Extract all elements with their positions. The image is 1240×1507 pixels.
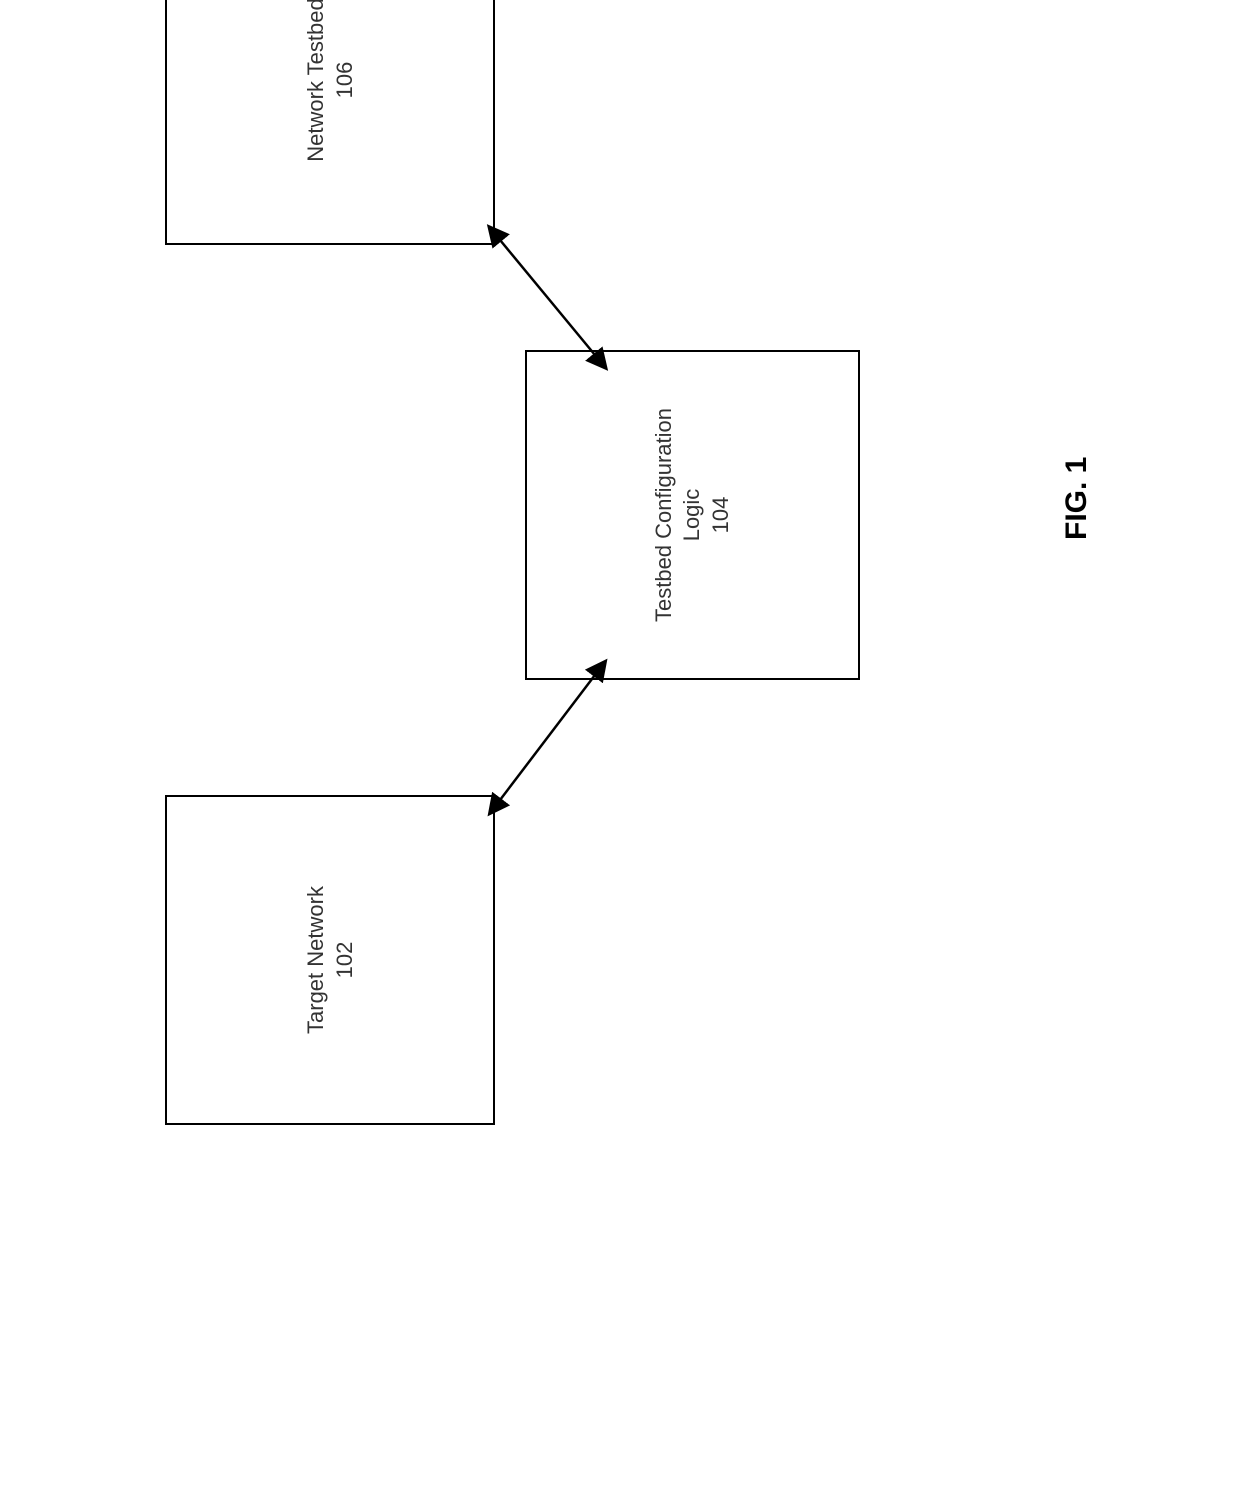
node-ref: 102 <box>331 942 359 979</box>
node-ref: 104 <box>707 497 735 534</box>
diagram-canvas: Target Network 102 Testbed Configuration… <box>0 0 1240 1240</box>
node-network-testbed: Network Testbed 106 <box>165 0 495 245</box>
node-ref: 106 <box>331 62 359 99</box>
node-label: Target Network <box>302 886 330 1034</box>
node-label: Testbed Configuration Logic <box>650 390 705 640</box>
node-testbed-config: Testbed Configuration Logic 104 <box>525 350 860 680</box>
figure-label: FIG. 1 <box>1060 457 1094 540</box>
node-target-network: Target Network 102 <box>165 795 495 1125</box>
node-label: Network Testbed <box>302 0 330 162</box>
